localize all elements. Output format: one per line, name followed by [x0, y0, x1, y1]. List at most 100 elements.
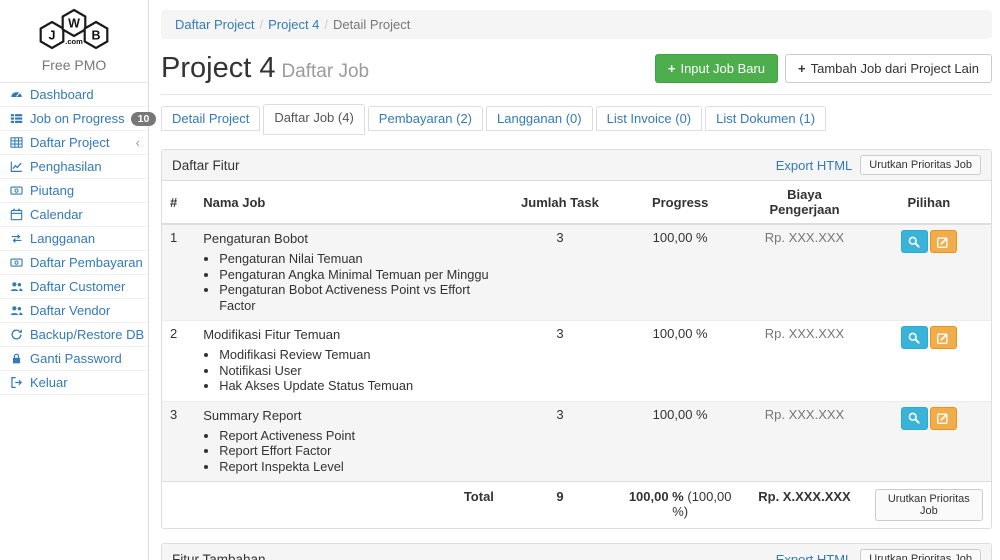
sidebar-item-piutang[interactable]: Piutang [0, 179, 148, 203]
calendar-icon [8, 208, 24, 221]
biaya-cell: Rp. XXX.XXX [742, 401, 866, 482]
edit-icon [936, 411, 950, 425]
total-button-cell: Urutkan Prioritas Job [867, 482, 991, 529]
panel-actions: Export HTML Urutkan Prioritas Job [776, 155, 981, 175]
lock-icon [8, 352, 24, 365]
total-cost: Rp. X.XXX.XXX [742, 482, 866, 529]
pilihan-cell [867, 401, 991, 482]
column-header-: # [162, 181, 195, 224]
sidebar-item-label: Daftar Project [30, 135, 109, 150]
breadcrumb-separator: / [259, 17, 263, 32]
tab-detail-project[interactable]: Detail Project [161, 106, 260, 131]
jumlah-task-cell: 3 [502, 321, 618, 402]
job-name-cell: Pengaturan Bobot Pengaturan Nilai Temuan P… [195, 224, 502, 321]
jwb-logo: JWB.com [28, 6, 120, 51]
sidebar-item-label: Daftar Pembayaran [30, 255, 143, 270]
app-root: JWB.com Free PMO DashboardJob on Progres… [0, 0, 1000, 560]
edit-icon [936, 235, 950, 249]
brand[interactable]: JWB.com Free PMO [0, 0, 148, 73]
sidebar-item-job-on-progress[interactable]: Job on Progress10 [0, 107, 148, 131]
tab-list-dokumen-1[interactable]: List Dokumen (1) [705, 106, 826, 131]
sidebar-item-backup-restore-db[interactable]: Backup/Restore DB [0, 323, 148, 347]
job-name-cell: Summary ReportReport Activeness PointRep… [195, 401, 502, 482]
tambah-job-dari-project-lain-button[interactable]: +Tambah Job dari Project Lain [785, 54, 992, 84]
header-divider [161, 94, 992, 95]
breadcrumb-separator: / [324, 17, 328, 32]
subtask-item: Pengaturan Bobot Activeness Point vs Eff… [219, 282, 494, 313]
sidebar-item-daftar-pembayaran[interactable]: Daftar Pembayaran [0, 251, 148, 275]
tab-list-invoice-0[interactable]: List Invoice (0) [596, 106, 703, 131]
export-html-link[interactable]: Export HTML [776, 158, 853, 173]
tab-bar: Detail ProjectDaftar Job (4)Pembayaran (… [161, 104, 992, 135]
svg-text:W: W [68, 17, 80, 31]
column-header-biaya-pengerjaan: Biaya Pengerjaan [742, 181, 866, 224]
sidebar: JWB.com Free PMO DashboardJob on Progres… [0, 0, 149, 560]
page-subtitle: Daftar Job [281, 61, 369, 82]
table-icon [8, 136, 24, 149]
users-icon [8, 304, 24, 317]
sidebar-item-label: Piutang [30, 183, 74, 198]
urutkan-prioritas-button[interactable]: Urutkan Prioritas Job [860, 155, 981, 175]
sidebar-item-penghasilan[interactable]: Penghasilan [0, 155, 148, 179]
search-icon [907, 331, 921, 345]
progress-cell: 100,00 % [618, 321, 742, 402]
sidebar-item-ganti-password[interactable]: Ganti Password [0, 347, 148, 371]
table-row: 3Summary ReportReport Activeness PointRe… [162, 401, 991, 482]
sidebar-item-langganan[interactable]: Langganan [0, 227, 148, 251]
progress-cell: 100,00 % [618, 401, 742, 482]
total-label: Total [162, 482, 502, 529]
job-table: #Nama JobJumlah TaskProgressBiaya Penger… [162, 181, 991, 528]
sidebar-item-daftar-customer[interactable]: Daftar Customer [0, 275, 148, 299]
sidebar-item-dashboard[interactable]: Dashboard [0, 83, 148, 107]
users-icon [8, 280, 24, 293]
breadcrumb-project-4[interactable]: Project 4 [268, 17, 319, 32]
panels-container: Daftar FiturExport HTMLUrutkan Prioritas… [161, 149, 992, 560]
input-job-baru-button[interactable]: +Input Job Baru [655, 54, 778, 84]
view-job-button[interactable] [901, 407, 928, 430]
search-icon [907, 411, 921, 425]
tab-pembayaran-2[interactable]: Pembayaran (2) [368, 106, 483, 131]
panel-daftar-fitur: Daftar FiturExport HTMLUrutkan Prioritas… [161, 149, 992, 529]
sign-out-icon [8, 376, 24, 389]
plus-icon: + [798, 61, 806, 76]
edit-job-button[interactable] [930, 407, 957, 430]
sidebar-item-calendar[interactable]: Calendar [0, 203, 148, 227]
export-html-link[interactable]: Export HTML [776, 552, 853, 560]
exchange-icon [8, 232, 24, 245]
subtask-item: Notifikasi User [219, 363, 494, 379]
tab-daftar-job-4[interactable]: Daftar Job (4) [263, 104, 364, 135]
urutkan-prioritas-button[interactable]: Urutkan Prioritas Job [875, 489, 983, 521]
total-progress: 100,00 % (100,00 %) [618, 482, 742, 529]
column-header-jumlah-task: Jumlah Task [502, 181, 618, 224]
view-job-button[interactable] [901, 326, 928, 349]
table-row: 2Modifikasi Fitur TemuanModifikasi Revie… [162, 321, 991, 402]
tab-langganan-0[interactable]: Langganan (0) [486, 106, 593, 131]
money-icon [8, 256, 24, 269]
panel-fitur-tambahan: Fitur Tambahan Export HTML Urutkan Priorit… [161, 543, 992, 560]
refresh-icon [8, 328, 24, 341]
edit-job-button[interactable] [930, 230, 957, 253]
panel-heading: Daftar FiturExport HTMLUrutkan Prioritas… [162, 150, 991, 181]
jumlah-task-cell: 3 [502, 401, 618, 482]
subtask-item: Pengaturan Nilai Temuan [219, 251, 494, 267]
sidebar-item-daftar-vendor[interactable]: Daftar Vendor [0, 299, 148, 323]
sidebar-item-label: Backup/Restore DB [30, 327, 144, 342]
sidebar-item-daftar-project[interactable]: Daftar Project‹ [0, 131, 148, 155]
job-name: Pengaturan Bobot [203, 230, 494, 247]
breadcrumb-daftar-project[interactable]: Daftar Project [175, 17, 254, 32]
urutkan-prioritas-button[interactable]: Urutkan Prioritas Job [860, 549, 981, 560]
sidebar-item-label: Calendar [30, 207, 83, 222]
page-header: Project 4Daftar Job +Input Job Baru+Tamb… [161, 52, 992, 85]
job-number: 3 [162, 401, 195, 482]
sidebar-item-keluar[interactable]: Keluar [0, 371, 148, 395]
subtask-item: Report Activeness Point [219, 428, 494, 444]
total-tasks: 9 [502, 482, 618, 529]
edit-job-button[interactable] [930, 326, 957, 349]
subtask-item: Hak Akses Update Status Temuan [219, 378, 494, 394]
app-name: Free PMO [0, 57, 148, 73]
money-icon [8, 184, 24, 197]
biaya-cell: Rp. XXX.XXX [742, 321, 866, 402]
svg-text:B: B [91, 29, 100, 43]
view-job-button[interactable] [901, 230, 928, 253]
panel-title: Fitur Tambahan [172, 552, 266, 560]
